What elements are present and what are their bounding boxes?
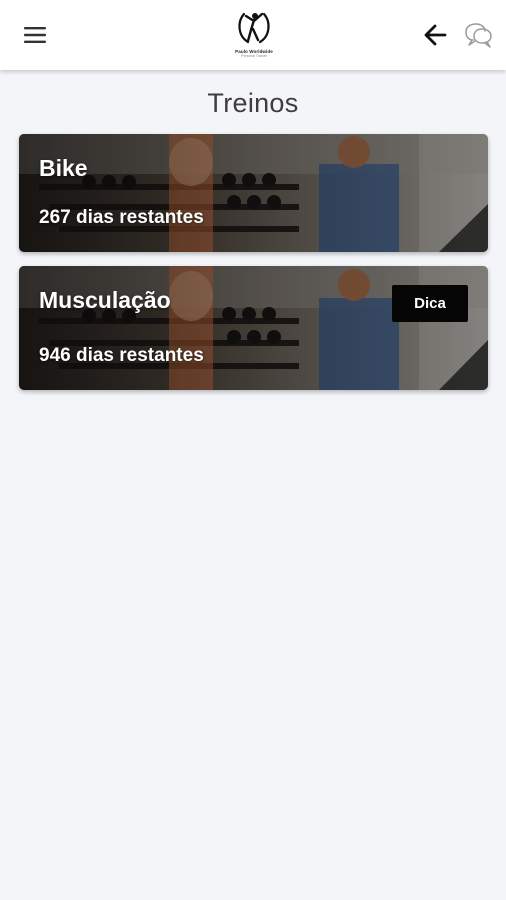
menu-button[interactable] [18, 22, 52, 48]
workout-card-bike[interactable]: Bike 267 dias restantes [19, 134, 488, 252]
days-remaining: 267 dias restantes [39, 207, 204, 228]
hamburger-menu-icon [24, 27, 46, 43]
back-button[interactable] [420, 20, 450, 50]
top-app-bar: Paulo Worldwide Personal Trainer [0, 0, 506, 70]
chat-button[interactable] [462, 19, 496, 51]
arrow-left-icon [424, 24, 447, 46]
brand-logo: Paulo Worldwide Personal Trainer [226, 8, 282, 64]
workout-name: Musculação [39, 287, 171, 313]
card-overlay [19, 134, 488, 252]
days-remaining: 946 dias restantes [39, 345, 204, 366]
workout-name: Bike [39, 155, 88, 181]
athlete-logo-icon [238, 12, 270, 44]
tip-button[interactable]: Dica [392, 285, 468, 322]
workout-card-musculacao[interactable]: Musculação 946 dias restantes Dica [19, 266, 488, 390]
page-title: Treinos [207, 88, 299, 118]
logo-subtitle: Personal Trainer [241, 54, 267, 58]
chat-bubbles-icon [465, 23, 492, 48]
